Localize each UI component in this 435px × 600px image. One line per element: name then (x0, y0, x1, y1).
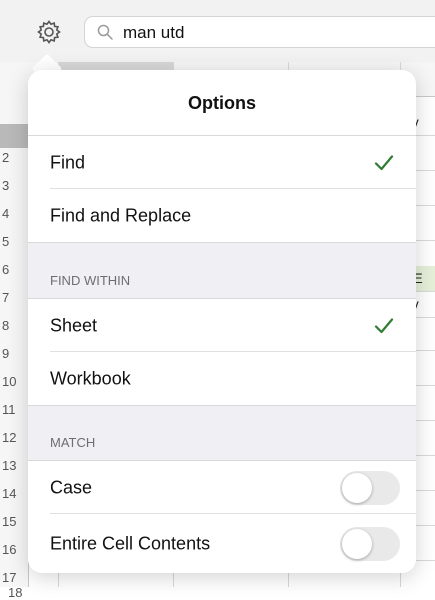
section-header: FIND WITHIN (50, 273, 131, 288)
case-toggle[interactable] (340, 470, 400, 505)
row-number[interactable]: 9 (2, 346, 9, 361)
option-case: Case (28, 461, 416, 514)
row-number[interactable]: 10 (2, 374, 16, 389)
option-sheet[interactable]: Sheet (28, 299, 416, 352)
row-number[interactable]: 17 (2, 570, 16, 585)
row-number[interactable]: 4 (2, 206, 9, 221)
options-popover: Options Find Find and Replace FIND WITHI… (28, 70, 416, 573)
row-number[interactable]: 18 (8, 585, 22, 600)
row-number[interactable]: 16 (2, 542, 16, 557)
row-number[interactable]: 5 (2, 234, 9, 249)
option-label: Find (50, 152, 86, 172)
row-number[interactable]: 2 (2, 150, 9, 165)
option-workbook[interactable]: Workbook (28, 352, 416, 405)
option-label: Workbook (50, 368, 131, 388)
row-number[interactable]: 11 (2, 402, 16, 417)
section-match: MATCH (28, 405, 416, 461)
option-label: Sheet (50, 315, 98, 335)
search-icon (97, 24, 113, 40)
section-header: MATCH (50, 435, 96, 450)
row-number[interactable]: 12 (2, 430, 16, 445)
row-header: 2 3 4 5 6 7 8 9 10 11 12 13 14 15 16 17 … (0, 96, 29, 600)
option-label: Case (50, 477, 93, 497)
row-number[interactable]: 6 (2, 262, 9, 277)
search-query[interactable]: man utd (123, 23, 184, 43)
toolbar: man utd (0, 0, 435, 62)
option-find-and-replace[interactable]: Find and Replace (28, 189, 416, 242)
popover-title: Options (28, 70, 416, 136)
option-label: Entire Cell Contents (50, 533, 211, 553)
row-number[interactable]: 3 (2, 178, 9, 193)
option-find[interactable]: Find (28, 136, 416, 189)
row-number[interactable]: 8 (2, 318, 9, 333)
row-number[interactable]: 7 (2, 290, 9, 305)
selected-row-highlight (0, 124, 28, 148)
row-number[interactable]: 14 (2, 486, 16, 501)
checkmark-icon (374, 317, 394, 335)
toggle-knob (342, 472, 372, 503)
section-find-within: FIND WITHIN (28, 242, 416, 299)
option-entire-cell-contents: Entire Cell Contents (28, 514, 416, 573)
checkmark-icon (374, 154, 394, 172)
entire-cell-contents-toggle[interactable] (340, 526, 400, 561)
row-number[interactable]: 13 (2, 458, 16, 473)
row-number[interactable]: 15 (2, 514, 16, 529)
option-label: Find and Replace (50, 205, 192, 225)
toggle-knob (342, 528, 372, 559)
search-field[interactable]: man utd (84, 16, 435, 48)
gear-icon[interactable] (36, 19, 62, 45)
